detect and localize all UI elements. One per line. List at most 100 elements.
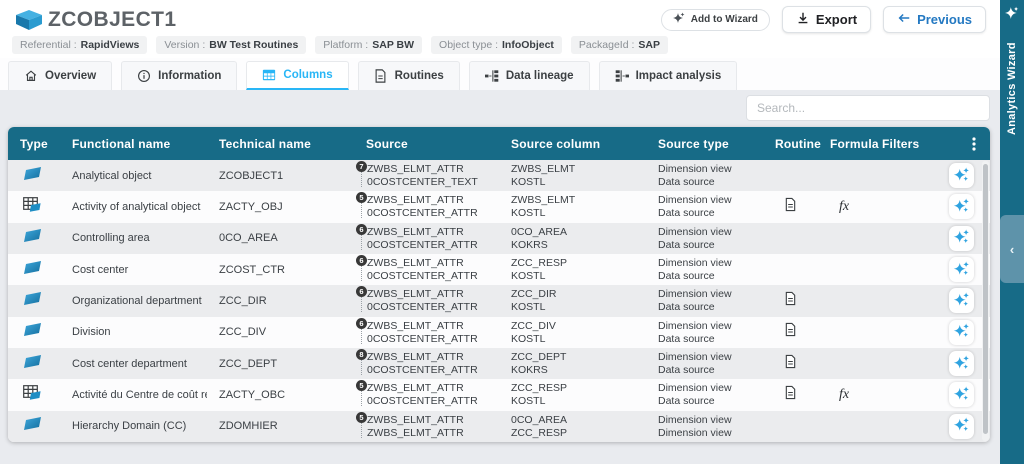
column-header-technical-name: Technical name bbox=[219, 136, 311, 151]
source-cell: 5 ZWBS_ELMT_ATTR 0COSTCENTER_ATTR bbox=[354, 191, 499, 222]
technical-name-cell: ZCC_DIV bbox=[219, 326, 267, 339]
previous-label: Previous bbox=[917, 12, 972, 27]
lineage-stem bbox=[361, 297, 362, 313]
source-type-line-1: Dimension view bbox=[658, 413, 732, 426]
source-column-line-2: ZCC_RESP bbox=[511, 426, 568, 439]
action-cell bbox=[930, 317, 990, 348]
export-label: Export bbox=[815, 12, 858, 27]
scrollbar-thumb[interactable] bbox=[983, 164, 988, 434]
source-type-cell: Dimension view Data source bbox=[646, 348, 763, 379]
tab-impact-analysis[interactable]: Impact analysis bbox=[598, 61, 738, 90]
home-icon bbox=[24, 69, 38, 83]
technical-name-cell: ZDOMHIER bbox=[219, 420, 278, 433]
formula-fx-icon[interactable]: fx bbox=[839, 387, 849, 403]
type-cell bbox=[8, 379, 60, 410]
source-column-cell: ZWBS_ELMT KOSTL bbox=[499, 160, 646, 191]
row-add-to-wizard-button[interactable] bbox=[949, 413, 974, 439]
routine-doc-icon[interactable] bbox=[784, 322, 797, 342]
routine-doc-icon[interactable] bbox=[784, 385, 797, 405]
type-cell bbox=[8, 317, 60, 348]
tab-label: Overview bbox=[45, 70, 97, 82]
type-cell bbox=[8, 285, 60, 316]
tab-label: Routines bbox=[394, 70, 444, 82]
analytics-wizard-rail[interactable]: Analytics Wizard ‹ bbox=[1000, 0, 1024, 464]
formula-cell bbox=[818, 223, 870, 254]
arrow-left-icon bbox=[897, 11, 911, 28]
previous-button[interactable]: Previous bbox=[883, 6, 986, 33]
rail-collapse-chevron[interactable]: ‹ bbox=[1000, 215, 1024, 283]
dimension-icon bbox=[23, 166, 42, 186]
routine-doc-icon[interactable] bbox=[784, 354, 797, 374]
routine-cell bbox=[763, 379, 818, 410]
grid-icon bbox=[262, 68, 276, 82]
source-count-badge: 7 bbox=[356, 161, 367, 172]
formula-cell bbox=[818, 348, 870, 379]
source-type-line-2: Data source bbox=[658, 238, 715, 251]
source-line-1: ZWBS_ELMT_ATTR bbox=[367, 350, 464, 363]
source-column-line-2: KOSTL bbox=[511, 176, 546, 188]
source-type-cell: Dimension view Data source bbox=[646, 160, 763, 191]
source-cell: 8 ZWBS_ELMT_ATTR 0COSTCENTER_ATTR bbox=[354, 348, 499, 379]
table-menu-kebab-icon[interactable] bbox=[967, 136, 981, 152]
source-line-1: ZWBS_ELMT_ATTR bbox=[367, 225, 464, 238]
source-type-cell: Dimension view Data source bbox=[646, 254, 763, 285]
table-icon bbox=[23, 385, 41, 405]
meta-chip-object-type: Object type : InfoObject bbox=[431, 36, 562, 54]
tab-columns[interactable]: Columns bbox=[246, 61, 349, 90]
table-row: Controlling area 0CO_AREA 6 ZWBS_ELMT_ATTR 0… bbox=[8, 222, 990, 254]
source-line-1: ZWBS_ELMT_ATTR bbox=[367, 413, 464, 426]
functional-name-cell: Organizational department bbox=[72, 294, 202, 307]
table-row: Cost center department ZCC_DEPT 8 ZWBS_ELMT… bbox=[8, 347, 990, 380]
table-header: Type Functional name Technical name Source S… bbox=[8, 127, 990, 160]
sparkle-blue-icon bbox=[953, 291, 970, 311]
routine-doc-icon[interactable] bbox=[784, 291, 797, 311]
tab-overview[interactable]: Overview bbox=[8, 61, 113, 90]
formula-cell bbox=[818, 254, 870, 285]
type-cell bbox=[8, 254, 60, 285]
source-type-line-1: Dimension view bbox=[658, 194, 732, 207]
tab-information[interactable]: Information bbox=[121, 61, 238, 90]
source-type-line-1: Dimension view bbox=[658, 256, 732, 269]
add-to-wizard-label: Add to Wizard bbox=[690, 14, 758, 25]
functional-name-cell: Hierarchy Domain (CC) bbox=[72, 420, 187, 433]
row-add-to-wizard-button[interactable] bbox=[949, 382, 974, 408]
formula-fx-icon[interactable]: fx bbox=[839, 199, 849, 215]
page: ZCOBJECT1 Add to Wizard Export Previous … bbox=[0, 0, 1024, 464]
row-add-to-wizard-button[interactable] bbox=[949, 288, 974, 314]
row-add-to-wizard-button[interactable] bbox=[949, 163, 974, 189]
source-line-1: ZWBS_ELMT_ATTR bbox=[367, 382, 464, 395]
functional-name-cell: Cost center department bbox=[72, 357, 187, 370]
routine-cell bbox=[763, 223, 818, 254]
tab-data-lineage[interactable]: Data lineage bbox=[468, 61, 590, 90]
search-input[interactable] bbox=[746, 95, 990, 121]
source-type-line-2: Data source bbox=[658, 269, 715, 282]
column-header-functional-name: Functional name bbox=[72, 136, 171, 151]
column-header-routine: Routine bbox=[775, 136, 822, 151]
row-add-to-wizard-button[interactable] bbox=[949, 319, 974, 345]
table-row: Organizational department ZCC_DIR 6 ZWBS_EL… bbox=[8, 285, 990, 317]
source-count-badge: 8 bbox=[356, 348, 367, 360]
dimension-icon bbox=[23, 260, 42, 280]
routine-doc-icon[interactable] bbox=[784, 197, 797, 217]
tab-routines[interactable]: Routines bbox=[357, 61, 460, 90]
source-column-line-1: ZCC_RESP bbox=[511, 382, 568, 395]
export-button[interactable]: Export bbox=[781, 6, 872, 33]
row-add-to-wizard-button[interactable] bbox=[949, 351, 974, 377]
column-header-type: Type bbox=[20, 136, 48, 151]
row-add-to-wizard-button[interactable] bbox=[949, 194, 974, 220]
formula-cell: fx bbox=[818, 379, 870, 410]
lineage-stem bbox=[361, 391, 362, 407]
analytics-wizard-label: Analytics Wizard bbox=[1006, 42, 1018, 136]
source-type-line-1: Dimension view bbox=[658, 319, 732, 332]
source-count-badge: 6 bbox=[356, 254, 367, 266]
row-add-to-wizard-button[interactable] bbox=[949, 225, 974, 251]
add-to-wizard-button[interactable]: Add to Wizard bbox=[660, 8, 770, 31]
routine-cell bbox=[763, 191, 818, 222]
source-column-line-1: ZCC_RESP bbox=[511, 256, 568, 269]
filters-cell bbox=[870, 348, 930, 379]
search-wrap bbox=[746, 95, 990, 121]
row-add-to-wizard-button[interactable] bbox=[949, 257, 974, 283]
functional-name-cell: Division bbox=[72, 326, 111, 339]
source-type-cell: Dimension view Dimension view bbox=[646, 411, 763, 442]
source-column-line-2: KOSTL bbox=[511, 301, 546, 314]
